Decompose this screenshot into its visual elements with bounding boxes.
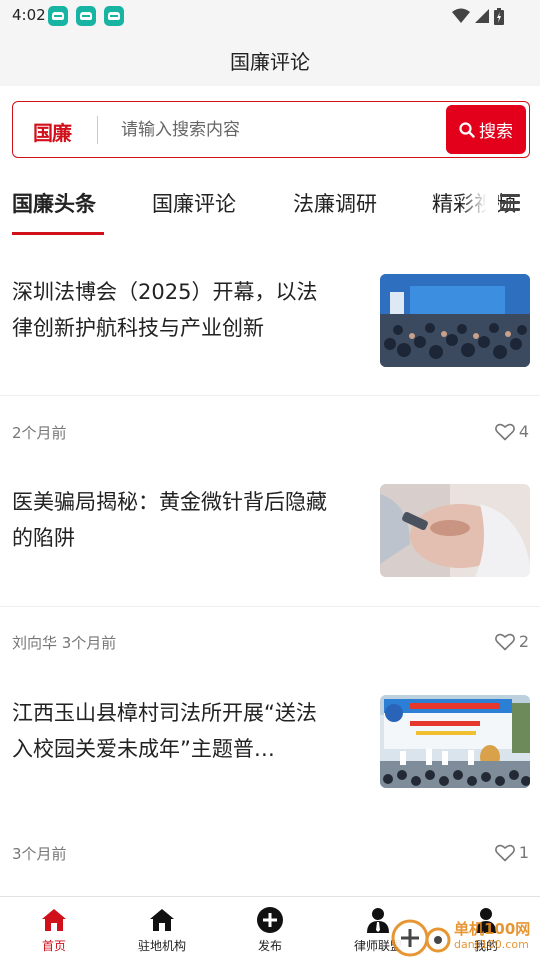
plus-circle-icon xyxy=(257,907,283,933)
watermark-text: 单机100网 xyxy=(454,920,531,938)
like-count[interactable]: 1 xyxy=(494,843,529,862)
like-count-value: 2 xyxy=(518,632,529,651)
car-app-icon xyxy=(48,6,68,26)
wifi-icon xyxy=(452,8,470,23)
menu-icon[interactable] xyxy=(500,194,520,212)
article-item[interactable]: 医美骗局揭秘：黄金微针背后隐藏的陷阱 刘向华 3个月前 2 xyxy=(0,484,540,652)
signal-icon xyxy=(475,9,489,23)
tab-fade xyxy=(460,170,498,236)
divider xyxy=(0,395,540,396)
article-meta: 2个月前 xyxy=(12,424,67,442)
search-button[interactable]: 搜索 xyxy=(446,105,526,154)
site-watermark: 单机100网 danji100.com xyxy=(390,912,540,960)
search-divider xyxy=(97,116,98,144)
like-count[interactable]: 2 xyxy=(494,632,529,651)
heart-icon xyxy=(494,423,515,440)
lawyer-icon xyxy=(367,908,389,933)
car-app-icon xyxy=(104,6,124,26)
watermark-subtext: danji100.com xyxy=(454,938,529,951)
article-item[interactable]: 江西玉山县樟村司法所开展“送法入校园关爱未成年”主题普… 3个月前 1 xyxy=(0,695,540,863)
nav-label: 发布 xyxy=(257,939,282,953)
building-icon xyxy=(150,909,174,931)
article-thumbnail[interactable] xyxy=(380,695,530,788)
divider xyxy=(0,606,540,607)
article-meta: 3个月前 xyxy=(12,845,67,863)
like-count-value: 4 xyxy=(518,422,529,441)
search-button-label: 搜索 xyxy=(479,122,513,142)
home-icon xyxy=(42,909,66,931)
search-icon xyxy=(459,121,475,138)
article-item[interactable]: 深圳法博会（2025）开幕，以法律创新护航科技与产业创新 2个月前 4 xyxy=(0,274,540,442)
status-time: 4:02 xyxy=(12,6,46,24)
nav-home[interactable]: 首页 xyxy=(0,897,108,960)
nav-offices[interactable]: 驻地机构 xyxy=(108,897,216,960)
search-bar: 国廉 搜索 xyxy=(12,101,530,158)
app-header: 国廉评论 xyxy=(0,32,540,86)
nav-label: 驻地机构 xyxy=(137,939,186,953)
article-thumbnail[interactable] xyxy=(380,484,530,577)
like-count[interactable]: 4 xyxy=(494,422,529,441)
heart-icon xyxy=(494,844,515,861)
article-title[interactable]: 深圳法博会（2025）开幕，以法律创新护航科技与产业创新 xyxy=(12,274,330,346)
page-title: 国廉评论 xyxy=(230,50,310,74)
brand-logo: 国廉 xyxy=(33,121,72,145)
system-status-icons xyxy=(452,7,504,25)
watermark-logo-icon xyxy=(391,919,451,957)
battery-icon xyxy=(494,7,504,25)
status-bar: 4:02 xyxy=(0,0,540,32)
article-meta: 刘向华 3个月前 xyxy=(12,634,117,652)
nav-publish[interactable]: 发布 xyxy=(216,897,324,960)
article-title[interactable]: 江西玉山县樟村司法所开展“送法入校园关爱未成年”主题普… xyxy=(12,695,330,767)
tab-headlines[interactable]: 国廉头条 xyxy=(12,188,96,218)
search-input[interactable] xyxy=(121,115,441,145)
nav-label: 首页 xyxy=(41,939,66,953)
tab-research[interactable]: 法廉调研 xyxy=(293,188,377,218)
category-tabs: 国廉头条 国廉评论 法廉调研 精彩视频 xyxy=(0,170,540,236)
tab-commentary[interactable]: 国廉评论 xyxy=(152,188,236,218)
heart-icon xyxy=(494,633,515,650)
article-title[interactable]: 医美骗局揭秘：黄金微针背后隐藏的陷阱 xyxy=(12,484,330,556)
car-app-icon xyxy=(76,6,96,26)
active-tab-indicator xyxy=(12,232,104,235)
article-thumbnail[interactable] xyxy=(380,274,530,367)
like-count-value: 1 xyxy=(518,843,529,862)
